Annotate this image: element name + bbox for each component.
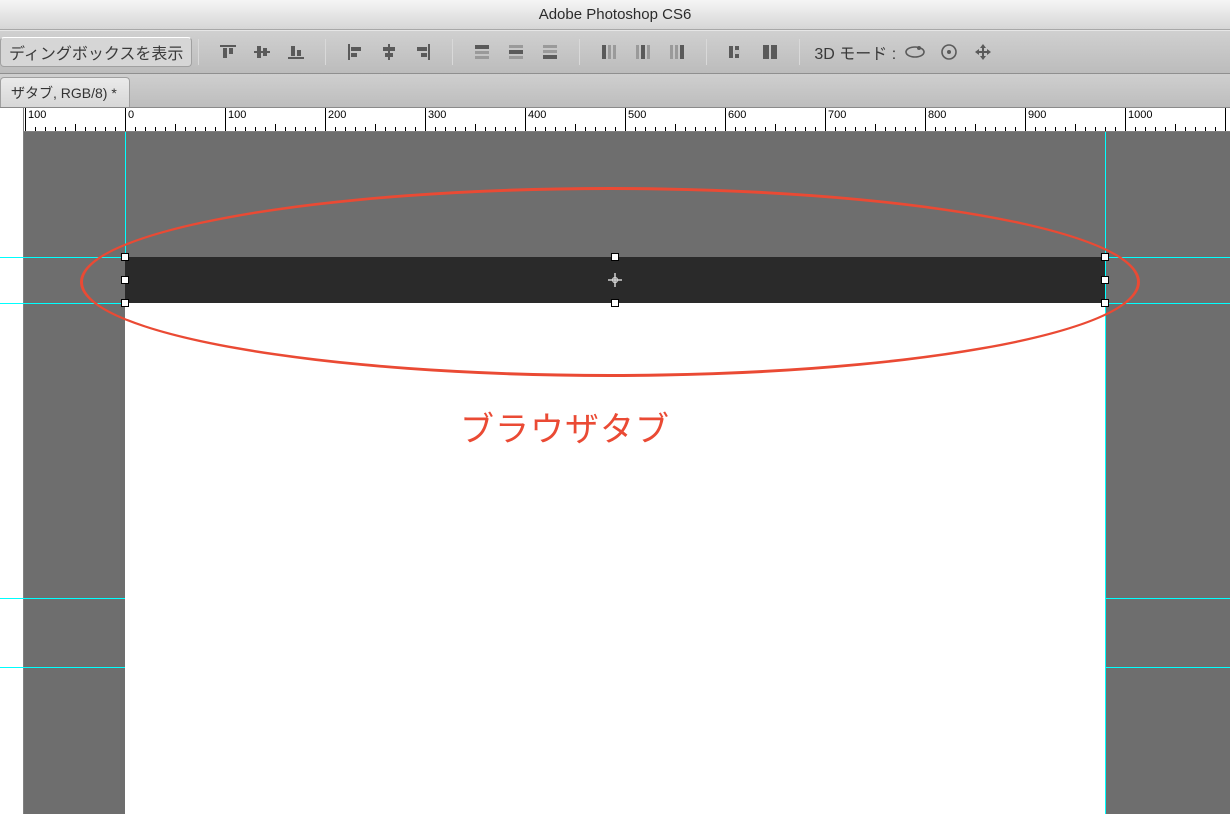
distribute-top-icon[interactable] [467, 37, 497, 67]
ruler-label: 0 [128, 109, 134, 121]
align-top-icon[interactable] [213, 37, 243, 67]
app-title: Adobe Photoshop CS6 [539, 6, 692, 23]
options-bar: ディングボックスを表示 [0, 30, 1230, 74]
ruler-label: 400 [528, 109, 546, 121]
toolbar-separator [452, 39, 453, 65]
guide-vertical[interactable] [1105, 132, 1106, 814]
show-bounding-box-button[interactable]: ディングボックスを表示 [0, 37, 192, 67]
toolbar-separator [579, 39, 580, 65]
align-bottom-icon[interactable] [281, 37, 311, 67]
transform-handle-bm[interactable] [611, 299, 619, 307]
distribute-right-icon[interactable] [662, 37, 692, 67]
transform-handle-tl[interactable] [121, 253, 129, 261]
align-hcenter-icon[interactable] [374, 37, 404, 67]
horizontal-ruler[interactable]: 10001002003004005006007008009001000 [0, 108, 1230, 132]
distribute-vcenter-icon[interactable] [501, 37, 531, 67]
vertical-ruler[interactable] [0, 132, 24, 814]
auto-blend-icon[interactable] [755, 37, 785, 67]
ruler-label: 100 [28, 109, 46, 121]
show-bounding-box-label: ディングボックスを表示 [9, 40, 183, 64]
ruler-label: 600 [728, 109, 746, 121]
ruler-label: 700 [828, 109, 846, 121]
align-vcenter-icon[interactable] [247, 37, 277, 67]
window-titlebar: Adobe Photoshop CS6 [0, 0, 1230, 30]
ruler-label: 500 [628, 109, 646, 121]
distribute-left-icon[interactable] [594, 37, 624, 67]
transform-handle-br[interactable] [1101, 299, 1109, 307]
ruler-label: 100 [228, 109, 246, 121]
mode-3d-label: 3D モード : [814, 40, 896, 64]
document-canvas[interactable] [125, 257, 1105, 814]
roll-3d-icon[interactable] [934, 37, 964, 67]
distribute-hcenter-icon[interactable] [628, 37, 658, 67]
align-left-icon[interactable] [340, 37, 370, 67]
transform-handle-ml[interactable] [121, 276, 129, 284]
auto-align-icon[interactable] [721, 37, 751, 67]
document-tab-bar: ザタブ, RGB/8) * [0, 74, 1230, 108]
document-tab[interactable]: ザタブ, RGB/8) * [0, 77, 130, 107]
document-tab-label: ザタブ, RGB/8) * [11, 83, 117, 103]
transform-handle-tm[interactable] [611, 253, 619, 261]
toolbar-separator [799, 39, 800, 65]
toolbar-separator [325, 39, 326, 65]
pan-3d-icon[interactable] [968, 37, 998, 67]
align-right-icon[interactable] [408, 37, 438, 67]
ruler-label: 900 [1028, 109, 1046, 121]
ruler-label: 200 [328, 109, 346, 121]
canvas-stage[interactable]: ブラウザタブ [0, 132, 1230, 814]
transform-handle-tr[interactable] [1101, 253, 1109, 261]
toolbar-separator [198, 39, 199, 65]
ruler-label: 800 [928, 109, 946, 121]
transform-handle-mr[interactable] [1101, 276, 1109, 284]
ruler-label: 1000 [1128, 109, 1152, 121]
ruler-label: 300 [428, 109, 446, 121]
transform-handle-bl[interactable] [121, 299, 129, 307]
orbit-3d-icon[interactable] [900, 37, 930, 67]
ruler-origin-corner[interactable] [0, 108, 24, 132]
transform-center-icon[interactable] [608, 273, 622, 287]
distribute-bottom-icon[interactable] [535, 37, 565, 67]
toolbar-separator [706, 39, 707, 65]
